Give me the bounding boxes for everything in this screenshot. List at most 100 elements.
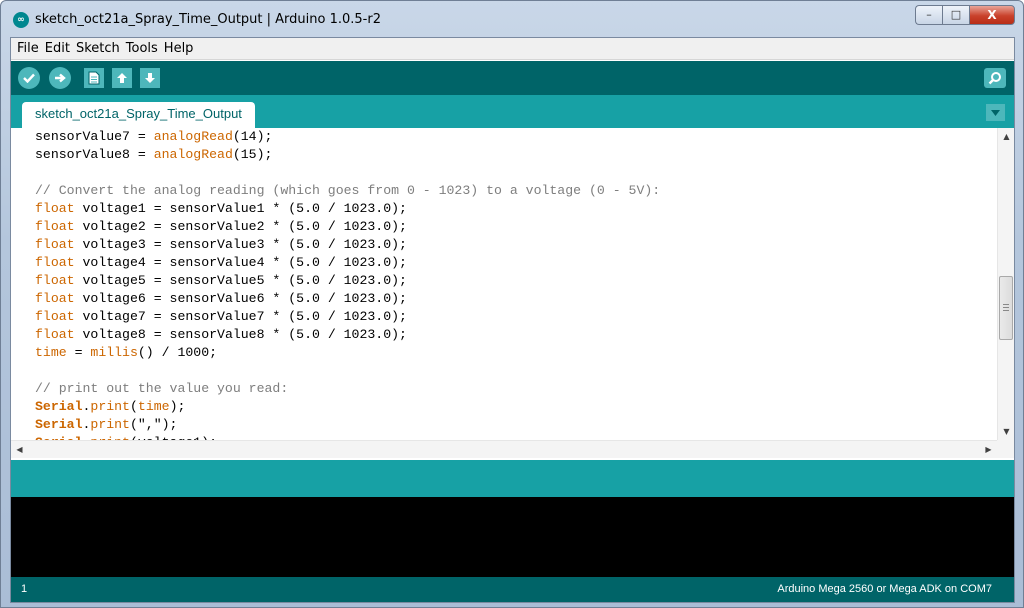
code-token: voltage2 = sensorValue2 * (5.0 / 1023.0)… bbox=[74, 219, 407, 234]
keyword-token: float bbox=[35, 237, 75, 252]
code-line[interactable] bbox=[35, 362, 985, 380]
code-token: ( bbox=[129, 399, 138, 414]
maximize-button[interactable]: □ bbox=[942, 5, 969, 25]
board-port-label: Arduino Mega 2560 or Mega ADK on COM7 bbox=[777, 583, 992, 595]
function-token: millis bbox=[90, 345, 138, 360]
app-window: ∞ sketch_oct21a_Spray_Time_Output | Ardu… bbox=[0, 0, 1024, 608]
chevron-down-icon bbox=[991, 109, 1000, 116]
code-line[interactable]: time = millis() / 1000; bbox=[35, 344, 985, 362]
serial-monitor-icon bbox=[988, 72, 1001, 85]
code-token: = bbox=[66, 345, 91, 360]
window-title: sketch_oct21a_Spray_Time_Output | Arduin… bbox=[35, 12, 381, 27]
comment-token: // Convert the analog reading (which goe… bbox=[35, 183, 661, 198]
save-arrow-icon bbox=[145, 73, 155, 83]
code-token: voltage7 = sensorValue7 * (5.0 / 1023.0)… bbox=[74, 309, 407, 324]
function-token: print bbox=[90, 399, 130, 414]
title-bar: ∞ sketch_oct21a_Spray_Time_Output | Ardu… bbox=[1, 1, 1023, 37]
code-token: ); bbox=[169, 399, 186, 414]
keyword-token: float bbox=[35, 291, 75, 306]
code-editor[interactable]: sensorValue7 = analogRead(14); sensorValu… bbox=[11, 128, 1014, 460]
code-token: (14); bbox=[232, 129, 273, 144]
code-token: voltage8 = sensorValue8 * (5.0 / 1023.0)… bbox=[74, 327, 407, 342]
line-number: 1 bbox=[21, 583, 28, 595]
code-line[interactable]: sensorValue8 = analogRead(15); bbox=[35, 146, 985, 164]
upload-arrow-icon bbox=[55, 73, 66, 83]
message-status-bar bbox=[11, 460, 1014, 497]
code-line[interactable]: float voltage1 = sensorValue1 * (5.0 / 1… bbox=[35, 200, 985, 218]
code-token: voltage3 = sensorValue3 * (5.0 / 1023.0)… bbox=[74, 237, 407, 252]
scroll-down-arrow-icon[interactable]: ▼ bbox=[998, 423, 1014, 440]
code-token: voltage5 = sensorValue5 * (5.0 / 1023.0)… bbox=[74, 273, 407, 288]
code-token: sensorValue8 = bbox=[35, 147, 154, 162]
code-line[interactable]: Serial.print(time); bbox=[35, 398, 985, 416]
code-line[interactable] bbox=[35, 164, 985, 182]
menu-help[interactable]: Help bbox=[164, 41, 194, 56]
code-token: (15); bbox=[232, 147, 273, 162]
function-token: analogRead bbox=[153, 147, 233, 162]
keyword-token: float bbox=[35, 201, 75, 216]
code-line[interactable]: // print out the value you read: bbox=[35, 380, 985, 398]
code-token: voltage4 = sensorValue4 * (5.0 / 1023.0)… bbox=[74, 255, 407, 270]
object-token: Serial bbox=[35, 417, 83, 432]
minimize-button[interactable]: – bbox=[915, 5, 942, 25]
keyword-token: float bbox=[35, 273, 75, 288]
code-line[interactable]: Serial.print(","); bbox=[35, 416, 985, 434]
keyword-token: float bbox=[35, 219, 75, 234]
code-line[interactable]: float voltage5 = sensorValue5 * (5.0 / 1… bbox=[35, 272, 985, 290]
keyword-token: float bbox=[35, 327, 75, 342]
window-controls: – □ X bbox=[915, 5, 1015, 25]
menu-sketch[interactable]: Sketch bbox=[76, 41, 120, 56]
code-token: (","); bbox=[129, 417, 178, 432]
keyword-token: float bbox=[35, 309, 75, 324]
tab-menu-button[interactable] bbox=[986, 104, 1005, 121]
scrollbar-corner bbox=[997, 440, 1014, 458]
serial-monitor-button[interactable] bbox=[984, 68, 1006, 88]
code-line[interactable]: float voltage7 = sensorValue7 * (5.0 / 1… bbox=[35, 308, 985, 326]
code-line[interactable]: float voltage4 = sensorValue4 * (5.0 / 1… bbox=[35, 254, 985, 272]
close-button[interactable]: X bbox=[969, 5, 1015, 25]
verify-icon bbox=[23, 73, 35, 83]
code-token: () / 1000; bbox=[137, 345, 218, 360]
grip-icon bbox=[1003, 304, 1009, 311]
code-line[interactable]: sensorValue7 = analogRead(14); bbox=[35, 128, 985, 146]
code-line[interactable]: // Convert the analog reading (which goe… bbox=[35, 182, 985, 200]
arduino-logo-icon: ∞ bbox=[13, 12, 29, 28]
save-sketch-button[interactable] bbox=[140, 68, 160, 88]
function-token: time bbox=[35, 345, 67, 360]
vertical-scroll-thumb[interactable] bbox=[999, 276, 1013, 340]
ide-client-area: File Edit Sketch Tools Help sketch_oct21… bbox=[10, 37, 1015, 603]
open-arrow-icon bbox=[117, 73, 127, 83]
toolbar bbox=[11, 61, 1014, 95]
menu-bar: File Edit Sketch Tools Help bbox=[11, 38, 1014, 60]
tab-bar: sketch_oct21a_Spray_Time_Output bbox=[11, 95, 1014, 128]
open-sketch-button[interactable] bbox=[112, 68, 132, 88]
menu-file[interactable]: File bbox=[17, 41, 39, 56]
scroll-up-arrow-icon[interactable]: ▲ bbox=[998, 128, 1014, 145]
menu-edit[interactable]: Edit bbox=[45, 41, 70, 56]
code-line[interactable]: float voltage2 = sensorValue2 * (5.0 / 1… bbox=[35, 218, 985, 236]
code-token: sensorValue7 = bbox=[35, 129, 154, 144]
comment-token: // print out the value you read: bbox=[35, 381, 289, 396]
code-line[interactable]: float voltage8 = sensorValue8 * (5.0 / 1… bbox=[35, 326, 985, 344]
keyword-token: float bbox=[35, 255, 75, 270]
horizontal-scrollbar[interactable]: ◀ ▶ bbox=[11, 440, 997, 458]
console-output[interactable] bbox=[11, 497, 1014, 577]
menu-tools[interactable]: Tools bbox=[126, 41, 158, 56]
code-token: voltage1 = sensorValue1 * (5.0 / 1023.0)… bbox=[74, 201, 407, 216]
new-file-icon bbox=[88, 71, 100, 85]
scroll-right-arrow-icon[interactable]: ▶ bbox=[980, 441, 997, 458]
function-token: analogRead bbox=[153, 129, 233, 144]
tab-sketch[interactable]: sketch_oct21a_Spray_Time_Output bbox=[22, 102, 255, 128]
object-token: Serial bbox=[35, 399, 83, 414]
scroll-left-arrow-icon[interactable]: ◀ bbox=[11, 441, 28, 458]
code-text-area[interactable]: sensorValue7 = analogRead(14); sensorValu… bbox=[35, 128, 985, 440]
upload-button[interactable] bbox=[49, 67, 71, 89]
function-token: print bbox=[90, 417, 130, 432]
function-token: time bbox=[137, 399, 170, 414]
code-line[interactable]: float voltage3 = sensorValue3 * (5.0 / 1… bbox=[35, 236, 985, 254]
footer-status-bar: 1 Arduino Mega 2560 or Mega ADK on COM7 bbox=[11, 577, 1014, 602]
verify-button[interactable] bbox=[18, 67, 40, 89]
new-sketch-button[interactable] bbox=[84, 68, 104, 88]
vertical-scrollbar[interactable]: ▲ ▼ bbox=[997, 128, 1014, 440]
code-line[interactable]: float voltage6 = sensorValue6 * (5.0 / 1… bbox=[35, 290, 985, 308]
